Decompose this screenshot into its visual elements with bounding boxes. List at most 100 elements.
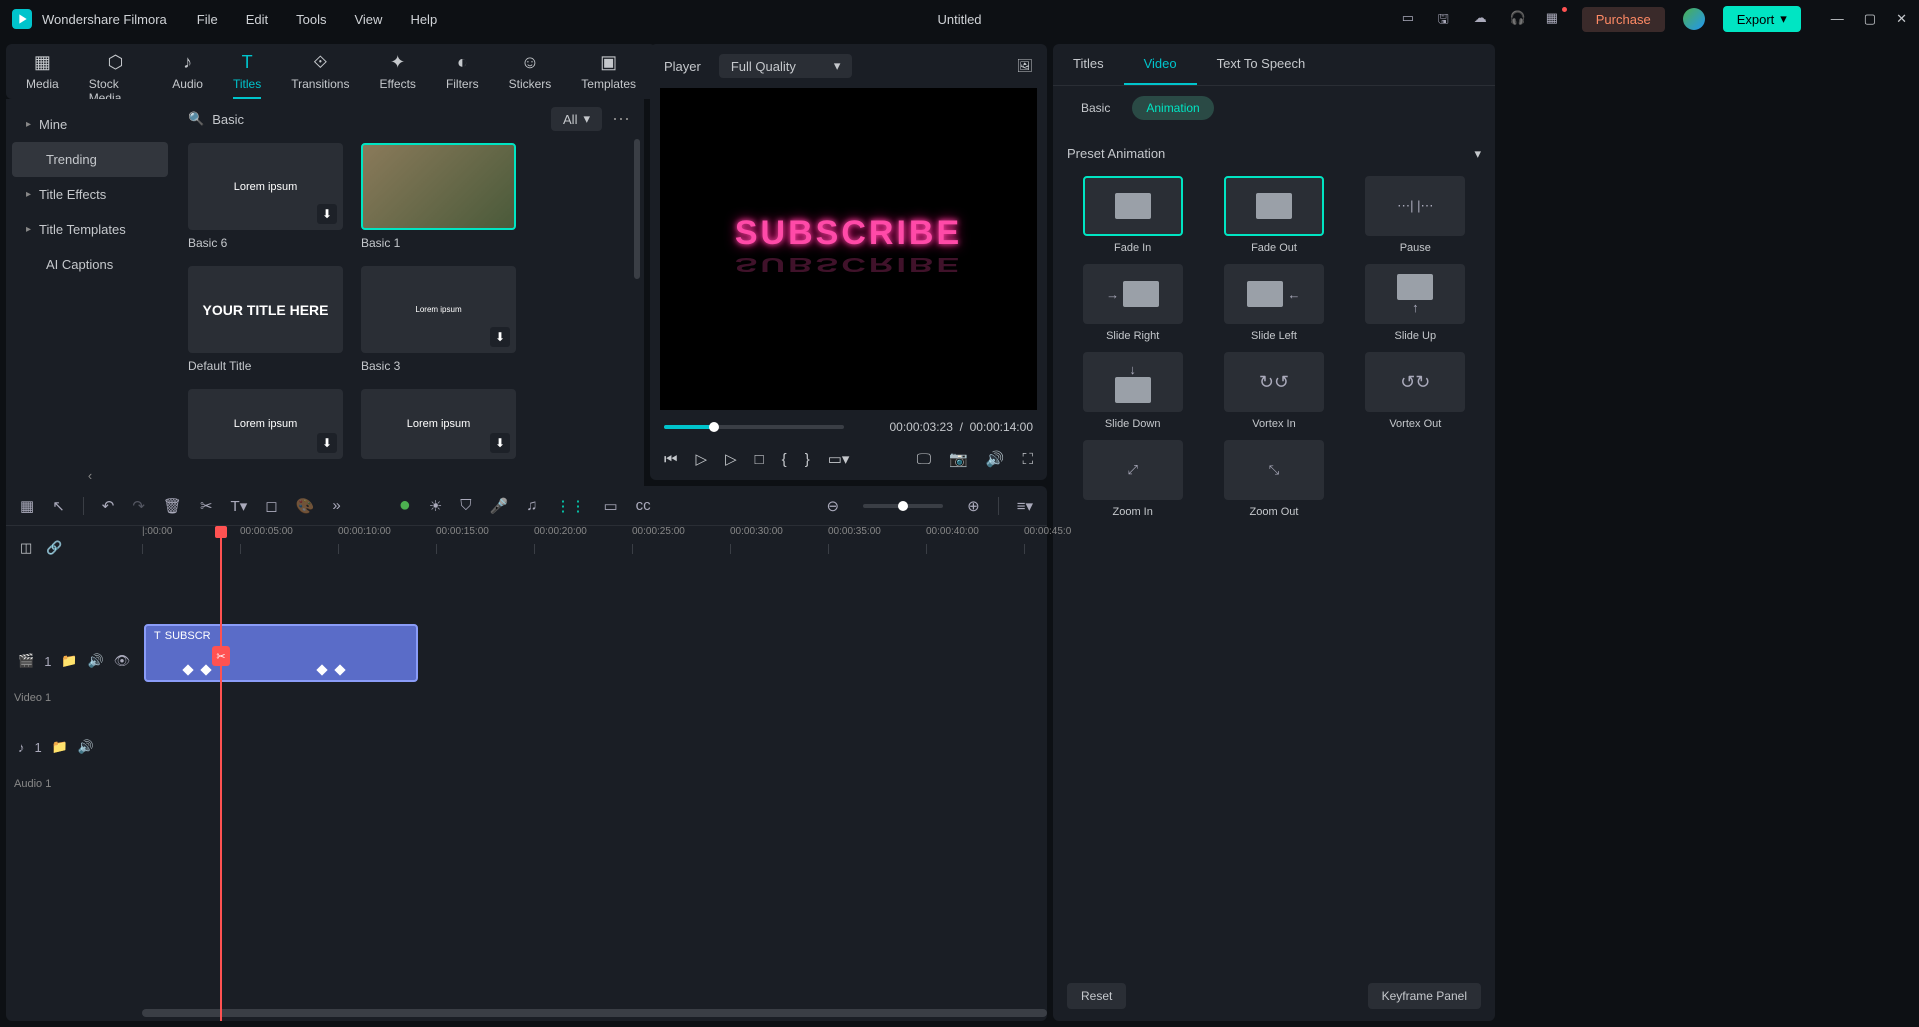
shield-icon[interactable]: ⛉ xyxy=(460,497,471,514)
sidebar-item-mine[interactable]: ▸Mine xyxy=(12,107,168,142)
close-icon[interactable]: ✕ xyxy=(1896,11,1907,27)
sidebar-item-ai-captions[interactable]: AI Captions xyxy=(12,247,168,282)
text-button[interactable]: T▾ xyxy=(231,497,248,515)
download-icon[interactable]: ⬇ xyxy=(490,433,510,453)
anim-slide-right[interactable]: →Slide Right xyxy=(1067,264,1198,342)
magnetic-icon[interactable]: ⋮⋮ xyxy=(555,497,585,515)
folder-icon[interactable]: 📁 xyxy=(61,653,77,669)
anim-pause[interactable]: ⋯| |⋯Pause xyxy=(1350,176,1481,254)
keyframe-icon[interactable] xyxy=(334,664,345,675)
crop-button[interactable]: ◻ xyxy=(265,497,277,515)
tab-transitions[interactable]: ⟐Transitions xyxy=(291,52,349,99)
step-back-button[interactable]: ▷ xyxy=(696,450,708,468)
avatar[interactable] xyxy=(1683,8,1705,30)
save-icon[interactable]: 🖫 xyxy=(1438,10,1456,28)
camera-icon[interactable]: 📷 xyxy=(949,450,968,468)
playhead[interactable]: ✂ xyxy=(220,526,222,1021)
sidebar-item-title-templates[interactable]: ▸Title Templates xyxy=(12,212,168,247)
color-button[interactable]: 🎨 xyxy=(296,497,315,515)
library-item[interactable]: Lorem ipsum⬇ Basic 6 xyxy=(188,143,343,250)
cut-button[interactable]: ✂ xyxy=(200,497,213,515)
subtab-animation[interactable]: Animation xyxy=(1132,96,1213,120)
zoom-out-button[interactable]: ⊖ xyxy=(827,497,840,515)
grid-icon[interactable]: ▦ xyxy=(20,497,34,515)
library-scrollbar[interactable] xyxy=(634,139,640,279)
mute-icon[interactable]: 🔊 xyxy=(88,653,104,669)
mark-in-button[interactable]: { xyxy=(782,451,787,468)
snapshot-icon[interactable]: 🖼 xyxy=(1016,58,1033,74)
seek-slider[interactable] xyxy=(664,425,844,429)
music-icon[interactable]: ♫ xyxy=(526,497,537,514)
adjust-icon[interactable]: ☀ xyxy=(429,497,442,515)
mark-out-button[interactable]: } xyxy=(805,451,810,468)
keyframe-icon[interactable] xyxy=(182,664,193,675)
more-tools-button[interactable]: » xyxy=(332,497,340,514)
link-icon[interactable]: 🔗 xyxy=(46,540,62,556)
menu-edit[interactable]: Edit xyxy=(246,12,268,27)
inspector-tab-tts[interactable]: Text To Speech xyxy=(1197,44,1326,85)
more-options-button[interactable]: ⋯ xyxy=(612,109,630,130)
redo-button[interactable]: ↷ xyxy=(132,497,145,515)
crop-tl-icon[interactable]: ▭ xyxy=(603,497,617,515)
purchase-button[interactable]: Purchase xyxy=(1582,7,1665,32)
undo-button[interactable]: ↶ xyxy=(102,497,115,515)
cloud-icon[interactable]: ☁ xyxy=(1474,10,1492,28)
library-item[interactable]: Lorem ipsum⬇ xyxy=(188,389,343,459)
caption-icon[interactable]: cc xyxy=(636,497,651,514)
zoom-slider[interactable] xyxy=(863,504,943,508)
search-input[interactable]: 🔍 Basic xyxy=(188,111,541,127)
download-icon[interactable]: ⬇ xyxy=(490,327,510,347)
anim-fade-out[interactable]: Fade Out xyxy=(1208,176,1339,254)
keyframe-icon[interactable] xyxy=(316,664,327,675)
apps-icon[interactable]: ▦ xyxy=(1546,10,1564,28)
sidebar-item-trending[interactable]: Trending xyxy=(12,142,168,177)
mic-icon[interactable]: 🎤 xyxy=(490,497,509,515)
anim-zoom-out[interactable]: ⤡Zoom Out xyxy=(1208,440,1339,518)
tab-templates[interactable]: ▣Templates xyxy=(581,52,636,99)
zoom-in-button[interactable]: ⊕ xyxy=(967,497,980,515)
download-icon[interactable]: ⬇ xyxy=(317,433,337,453)
keyframe-icon[interactable] xyxy=(200,664,211,675)
stop-button[interactable]: □ xyxy=(755,451,764,468)
reset-button[interactable]: Reset xyxy=(1067,983,1126,1009)
tracks-view-icon[interactable]: ≡▾ xyxy=(1017,497,1033,515)
keyframe-panel-button[interactable]: Keyframe Panel xyxy=(1368,983,1481,1009)
timeline-clip[interactable]: TSUBSCR xyxy=(144,624,418,682)
timeline-ruler[interactable]: |:00:00 00:00:05:00 00:00:10:00 00:00:15… xyxy=(142,526,1047,554)
display-icon[interactable]: 🖵 xyxy=(917,451,931,468)
anim-slide-up[interactable]: ↑Slide Up xyxy=(1350,264,1481,342)
pointer-icon[interactable]: ↖ xyxy=(52,497,65,515)
tab-titles[interactable]: TTitles xyxy=(233,52,261,99)
player-canvas[interactable]: SUBSCRIBE SUBSCRIBE xyxy=(660,88,1037,410)
tab-stock-media[interactable]: ⬡Stock Media xyxy=(89,52,143,99)
tab-stickers[interactable]: ☺Stickers xyxy=(509,52,552,99)
tab-audio[interactable]: ♪Audio xyxy=(172,52,203,99)
anim-vortex-out[interactable]: ↺↻Vortex Out xyxy=(1350,352,1481,430)
play-button[interactable]: ▷ xyxy=(725,450,737,468)
mute-icon[interactable]: 🔊 xyxy=(78,739,94,755)
menu-help[interactable]: Help xyxy=(410,12,437,27)
anim-slide-left[interactable]: ←Slide Left xyxy=(1208,264,1339,342)
screen-icon[interactable]: ▭ xyxy=(1402,10,1420,28)
tab-effects[interactable]: ✦Effects xyxy=(379,52,415,99)
inspector-tab-video[interactable]: Video xyxy=(1124,44,1197,85)
quality-dropdown[interactable]: Full Quality▾ xyxy=(719,54,853,78)
anim-fade-in[interactable]: Fade In xyxy=(1067,176,1198,254)
eye-icon[interactable]: 👁 xyxy=(114,653,131,669)
library-item[interactable]: Lorem ipsum⬇ Basic 3 xyxy=(361,266,516,373)
anim-vortex-in[interactable]: ↻↺Vortex In xyxy=(1208,352,1339,430)
folder-icon[interactable]: 📁 xyxy=(52,739,68,755)
maximize-icon[interactable]: ▢ xyxy=(1864,11,1876,27)
delete-button[interactable]: 🗑 xyxy=(163,497,182,515)
aspect-icon[interactable]: ▭▾ xyxy=(828,450,850,468)
filter-dropdown[interactable]: All▾ xyxy=(551,107,602,131)
overlap-icon[interactable]: ◫ xyxy=(20,540,32,556)
menu-view[interactable]: View xyxy=(354,12,382,27)
timeline-scrollbar[interactable] xyxy=(142,1009,1047,1017)
headphones-icon[interactable]: 🎧 xyxy=(1510,10,1528,28)
menu-tools[interactable]: Tools xyxy=(296,12,326,27)
anim-zoom-in[interactable]: ⤢Zoom In xyxy=(1067,440,1198,518)
export-button[interactable]: Export▾ xyxy=(1723,6,1801,32)
library-item[interactable]: Basic 1 xyxy=(361,143,516,250)
library-item[interactable]: YOUR TITLE HERE Default Title xyxy=(188,266,343,373)
